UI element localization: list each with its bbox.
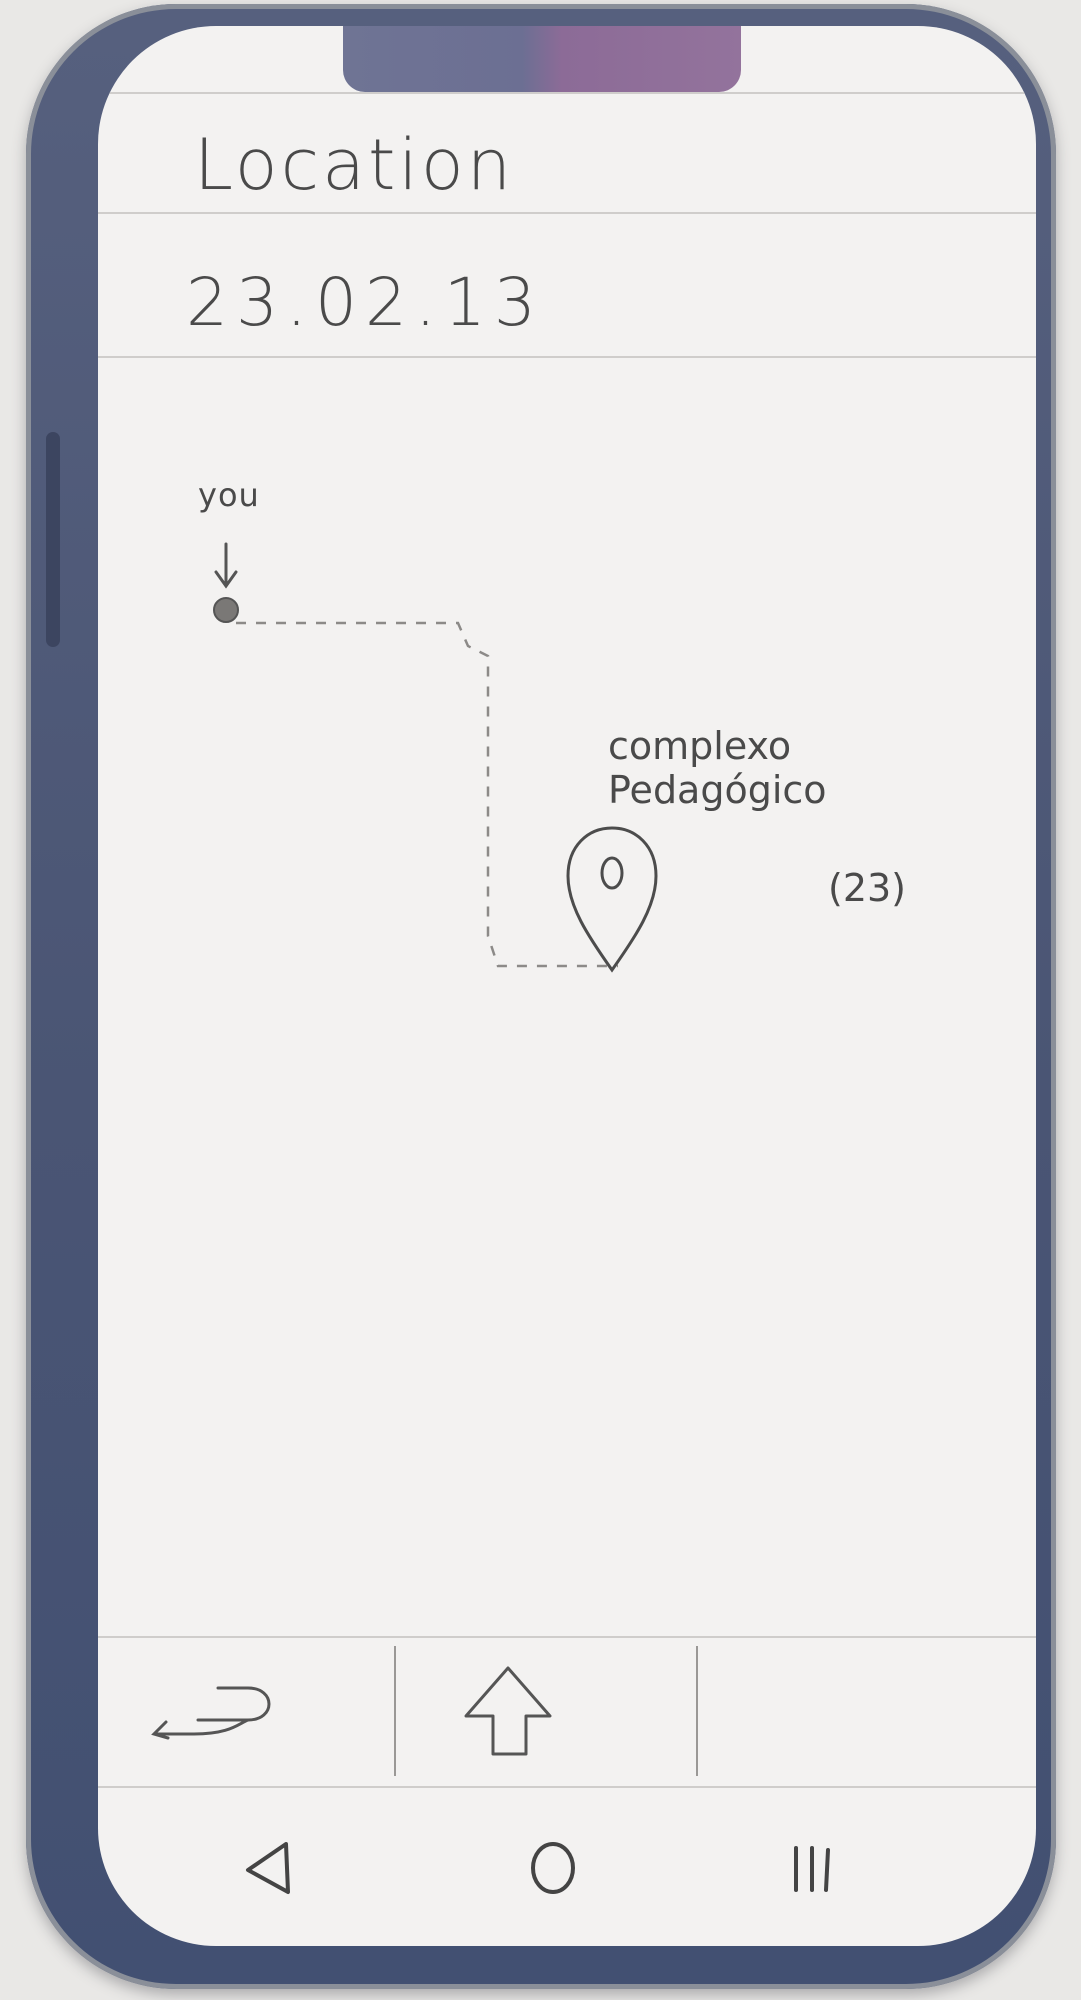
return-arrow-icon [151,1686,271,1740]
destination-number: (23) [828,866,907,910]
map-pin-icon [566,826,658,973]
destination-name: complexo [608,724,792,768]
up-button[interactable] [398,1638,698,1786]
toolbar [98,1638,1036,1786]
down-arrow-icon [214,542,238,589]
route-drawing [213,542,658,973]
page-title: Location [194,124,515,206]
up-arrow-icon [464,1666,552,1756]
divider-line [98,212,1036,214]
you-label: you [198,476,260,514]
divider-line [98,92,1036,94]
nav-recents-button[interactable] [758,1826,858,1906]
phone-screen: Location 23.02.13 you complexo Pedagógic… [98,26,1036,1946]
return-button[interactable] [98,1638,398,1786]
divider-line [98,356,1036,358]
phone-frame: Location 23.02.13 you complexo Pedagógic… [26,4,1056,1989]
user-location-icon [213,597,239,623]
destination-name-line2: Pedagógico [608,768,827,812]
toolbar-empty-slot[interactable] [698,1638,1036,1786]
notch [343,26,741,92]
side-button [46,432,60,647]
toolbar-divider [394,1646,396,1776]
nav-home-button[interactable] [503,1826,603,1906]
date-label: 23.02.13 [186,264,544,341]
route-path [236,621,618,968]
recents-lines-icon [794,1846,830,1892]
divider-line [98,1786,1036,1788]
map-view[interactable] [98,376,1036,1626]
triangle-back-icon [246,1842,290,1894]
nav-back-button[interactable] [218,1826,318,1906]
circle-home-icon [531,1842,575,1894]
system-nav-bar [98,1806,1036,1926]
